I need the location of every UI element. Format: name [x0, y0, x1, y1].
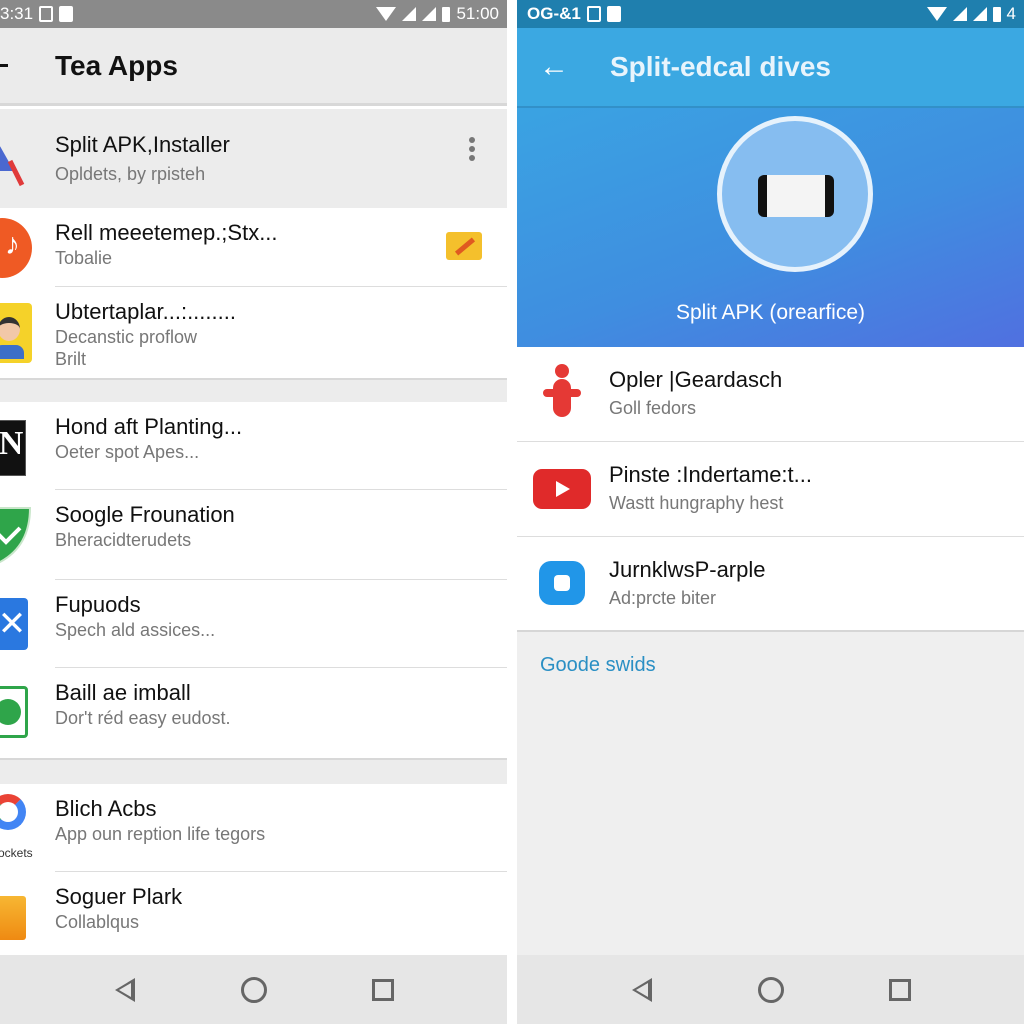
music-icon: ♪ [0, 218, 32, 278]
status-time-left: 3:31 [0, 4, 34, 23]
item-subtitle: Spech ald assices... [55, 620, 216, 640]
navigation-bar [517, 955, 1024, 1024]
nav-home-button[interactable] [756, 975, 786, 1005]
square-recents-icon [371, 978, 394, 1001]
item-subtitle: Tobalie [55, 248, 113, 268]
red-figure-icon [543, 364, 581, 417]
item-title: Ubtertaplar...:........ [55, 299, 236, 324]
youtube-icon [533, 469, 591, 509]
wifi-icon [926, 7, 947, 21]
page-title: Split-edcal dives [610, 51, 831, 82]
nav-back-button[interactable] [627, 975, 657, 1005]
item-title: Baill ae imball [55, 680, 191, 705]
shield-icon [0, 507, 32, 563]
item-subtitle: Dor't réd easy eudost. [55, 708, 231, 728]
list-item[interactable]: ockets Blich Acbs App oun reption life te… [0, 784, 507, 872]
app-bar: ← Split-edcal dives [517, 28, 1024, 108]
hero-banner: Split APK (orearfice) [517, 108, 1024, 347]
signal-icon [422, 7, 437, 21]
nav-recents-button[interactable] [368, 975, 398, 1005]
sd-card-icon [586, 6, 601, 22]
list-item[interactable]: Soogle Frounation Bheracidterudets [0, 490, 507, 580]
folder-edit-icon[interactable] [446, 232, 482, 260]
triangle-back-icon [631, 977, 652, 1002]
lock-bag-icon [539, 561, 585, 605]
list-item[interactable]: Pinste :Indertame:t... Wastt hungraphy he… [517, 442, 1024, 537]
list-item[interactable]: ✕ Fupuods Spech ald assices... [0, 580, 507, 668]
list-item[interactable]: N Hond aft Planting... Oeter spot Apes... [0, 402, 507, 490]
item-subtitle: Collablqus [55, 912, 140, 932]
circle-home-icon [757, 976, 784, 1003]
item-title: Blich Acbs [55, 796, 157, 821]
item-title: JurnklwsP-arple [609, 557, 766, 582]
status-bar: OG-&1 4 [517, 0, 1024, 28]
left-screen: 3:31 51:00 Tea Apps Split APK,Installer O… [0, 0, 507, 1024]
battery-icon [992, 6, 1001, 22]
storage-icon[interactable] [717, 116, 873, 272]
page-title: Tea Apps [55, 49, 178, 81]
notification-icon [606, 6, 621, 22]
list-item[interactable]: Split APK,Installer Opldets, by rpisteh [0, 109, 507, 208]
circle-home-icon [240, 976, 267, 1003]
nav-back-button[interactable] [110, 975, 140, 1005]
item-subtitle: Brilt [55, 349, 86, 369]
list-item[interactable]: Baill ae imball Dor't réd easy eudost. [0, 668, 507, 758]
status-time: 4 [1006, 4, 1016, 23]
list-item[interactable]: Soguer Plark Collablqus [0, 872, 507, 955]
item-subtitle: Opldets, by rpisteh [55, 163, 206, 184]
item-title: Soguer Plark [55, 884, 183, 909]
item-title: Opler |Geardasch [609, 367, 783, 392]
google-icon [0, 794, 26, 830]
avatar-icon [0, 303, 32, 363]
box-icon [0, 896, 26, 940]
nav-home-button[interactable] [239, 975, 269, 1005]
list-item[interactable]: Opler |Geardasch Goll fedors [517, 347, 1024, 442]
item-title: Hond aft Planting... [55, 414, 243, 439]
signal-icon [402, 7, 417, 21]
section-gap [0, 378, 507, 402]
item-subtitle: App oun reption life tegors [55, 824, 266, 844]
whatsapp-icon [0, 686, 28, 738]
signal-icon [952, 7, 967, 21]
section-link[interactable]: Goode swids [540, 654, 656, 677]
n-logo-icon: N [0, 420, 26, 476]
arrow-left-icon[interactable] [0, 64, 8, 67]
square-recents-icon [888, 978, 911, 1001]
signal-icon [972, 7, 987, 21]
navigation-bar [0, 955, 507, 1024]
triangle-back-icon [114, 977, 135, 1002]
hero-caption: Split APK (orearfice) [675, 301, 866, 324]
item-subtitle: Bheracidterudets [55, 530, 192, 550]
item-subtitle: Decanstic proflow [55, 327, 198, 347]
split-apk-icon [0, 146, 25, 187]
item-subtitle: Oeter spot Apes... [55, 442, 200, 462]
item-title: Pinste :Indertame:t... [609, 462, 812, 487]
arrow-left-icon[interactable]: ← [539, 50, 569, 84]
item-subtitle: Wastt hungraphy hest [609, 493, 784, 513]
item-subtitle: Goll fedors [609, 398, 697, 418]
item-subtitle: Ad:prcte biter [609, 588, 717, 608]
app-bar: Tea Apps [0, 28, 507, 106]
status-left-text: OG-&1 [527, 4, 581, 23]
list-item[interactable]: ♪ Rell meeetemep.;Stx... Tobalie [0, 208, 507, 287]
battery-icon [442, 6, 451, 22]
list-item[interactable]: Ubtertaplar...:........ Decanstic proflow… [0, 287, 507, 378]
notification-icon [59, 6, 74, 22]
right-screen: OG-&1 4 ← Split-edcal dives Split APK (o… [517, 0, 1024, 1024]
blue-x-icon: ✕ [0, 598, 28, 650]
sd-card-icon [39, 6, 54, 22]
nav-recents-button[interactable] [885, 975, 915, 1005]
item-title: Soogle Frounation [55, 502, 235, 527]
icon-caption: ockets [0, 846, 33, 860]
wifi-icon [376, 7, 397, 21]
section-gap [0, 758, 507, 784]
item-title: Rell meeetemep.;Stx... [55, 220, 278, 245]
status-time: 51:00 [456, 4, 499, 23]
more-vert-icon[interactable] [469, 137, 475, 161]
status-bar: 3:31 51:00 [0, 0, 507, 28]
item-title: Split APK,Installer [55, 131, 230, 157]
item-title: Fupuods [55, 592, 141, 617]
list-item[interactable]: JurnklwsP-arple Ad:prcte biter [517, 537, 1024, 632]
